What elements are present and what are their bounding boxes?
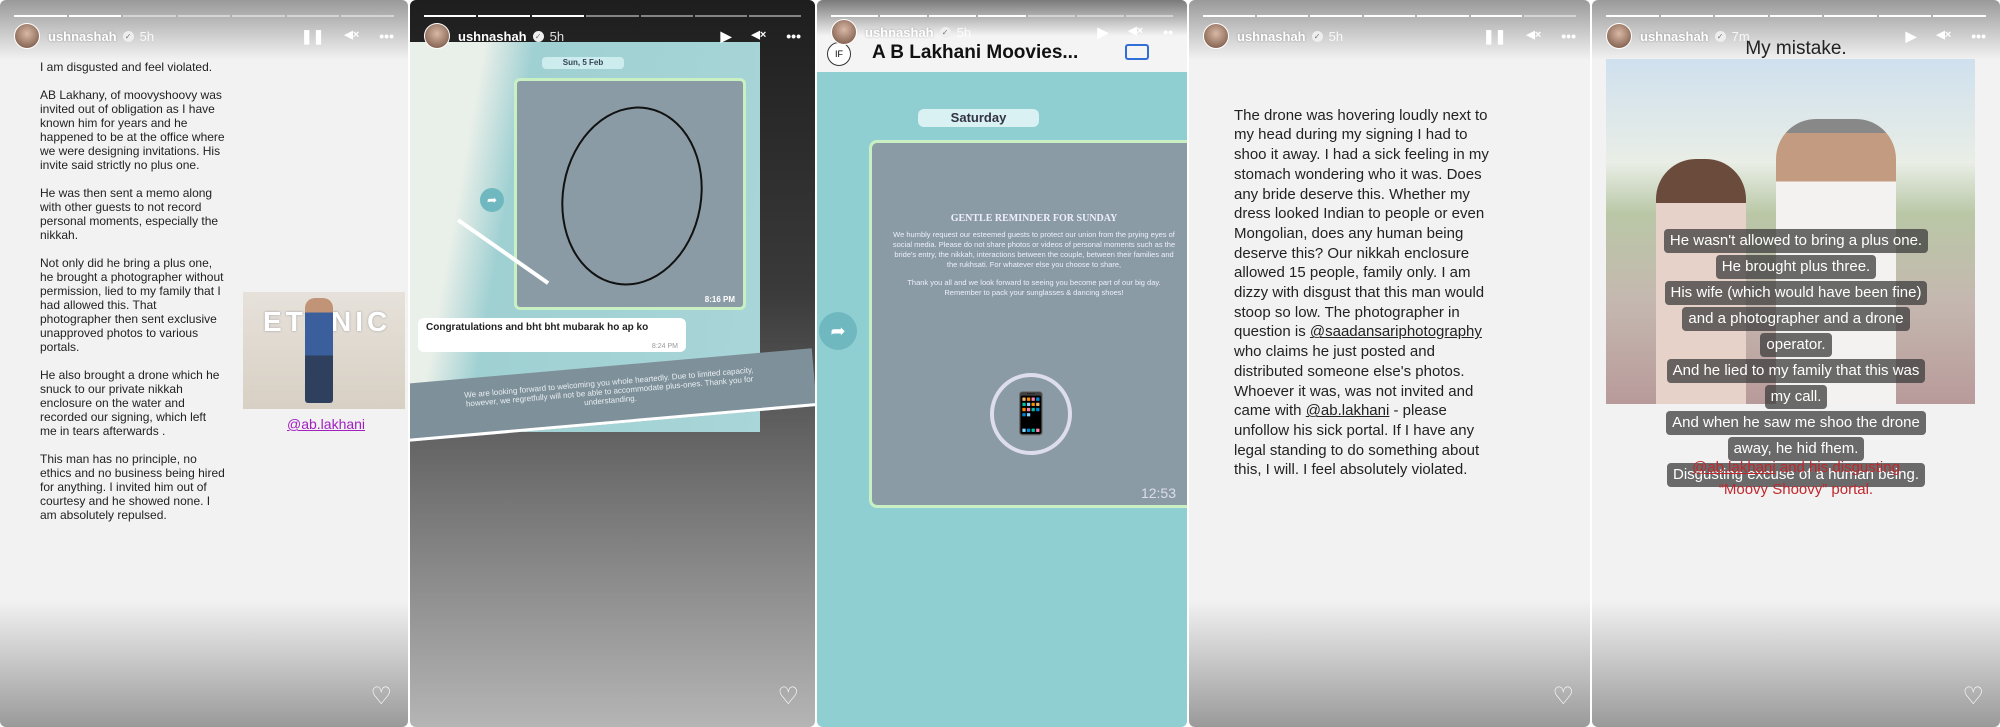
story-panel-1[interactable]: ushnashah ✓ 5h ❚❚ ◀× ••• I am disgusted and… [0, 0, 408, 727]
caption-line: And he lied to my family that this was [1666, 359, 1926, 383]
mute-icon[interactable]: ◀× [344, 28, 359, 45]
red-text-line: and his disgusting [1775, 459, 1900, 476]
username[interactable]: ushnashah [1640, 29, 1709, 44]
like-heart-icon[interactable]: ♡ [1962, 682, 1984, 711]
story-photo: ETHNIC [243, 292, 405, 409]
card-title: GENTLE REMINDER FOR SUNDAY [950, 213, 1118, 224]
story-progress [424, 15, 801, 17]
scribble [547, 95, 717, 297]
invitation-card: 8:16 PM [514, 78, 746, 310]
post-time: 5h [956, 24, 972, 40]
play-icon[interactable]: ▶ [1098, 24, 1109, 41]
mention-link[interactable]: @ab.lakhani [1692, 459, 1776, 476]
story-header: ushnashah ✓ 5h ▶ ◀× ••• [424, 22, 801, 50]
red-text: @ab.lakhani and his disgusting “Moovy Sh… [1592, 457, 2000, 501]
play-icon[interactable]: ▶ [1906, 28, 1917, 45]
verified-icon: ✓ [1311, 30, 1323, 42]
post-time: 7m [1731, 28, 1750, 44]
avatar[interactable] [14, 23, 40, 49]
caption-line: He brought plus three. [1715, 255, 1877, 279]
red-text-line: “Moovy Shoovy” portal. [1718, 481, 1874, 498]
caption-line: He wasn't allowed to bring a plus one. [1663, 229, 1929, 253]
message-time: 8:24 PM [651, 343, 678, 350]
caption-line: and a photographer and a drone [1682, 307, 1910, 331]
story-panel-5[interactable]: ushnashah ✓ 7m ▶ ◀× ••• My mistake. He wasn… [1592, 0, 2000, 727]
story-panel-3[interactable]: ushnashah ✓ 5h ▶ ◀× •• IF A B Lakhani Moovi… [817, 0, 1187, 727]
card-text: We humbly request our esteemed guests to… [892, 230, 1176, 269]
post-time: 5h [1328, 28, 1344, 44]
more-icon[interactable]: ••• [379, 28, 394, 45]
story-header: ushnashah ✓ 5h ▶ ◀× •• [831, 18, 1173, 46]
verified-icon: ✓ [532, 30, 544, 42]
story-header: ushnashah ✓ 7m ▶ ◀× ••• [1606, 22, 1986, 50]
video-call-icon[interactable] [1125, 44, 1149, 60]
more-icon[interactable]: ••• [786, 28, 801, 45]
forward-icon[interactable]: ➦ [819, 312, 857, 350]
reminder-card: GENTLE REMINDER FOR SUNDAY We humbly req… [869, 140, 1187, 508]
message-text: Congratulations and bht bht mubarak ho a… [426, 322, 649, 333]
story-text: The drone was hovering loudly next to my… [1234, 86, 1499, 480]
card-time: 12:53 [1140, 485, 1176, 501]
mute-icon[interactable]: ◀× [1936, 28, 1951, 45]
story-progress [1203, 15, 1577, 17]
story-text: I am disgusted and feel violated. AB Lak… [40, 60, 225, 522]
story-progress [831, 15, 1173, 17]
caption-line: my call. [1764, 385, 1828, 409]
more-icon[interactable]: ••• [1971, 28, 1986, 45]
story-header: ushnashah ✓ 5h ❚❚ ◀× ••• [1203, 22, 1576, 50]
story-panel-4[interactable]: ushnashah ✓ 5h ❚❚ ◀× ••• The drone was hove… [1189, 0, 1590, 727]
pause-icon[interactable]: ❚❚ [1483, 28, 1506, 45]
message-bubble: Congratulations and bht bht mubarak ho a… [418, 318, 686, 352]
forward-icon[interactable]: ➦ [480, 188, 504, 212]
card-time: 8:16 PM [704, 295, 735, 304]
username[interactable]: ushnashah [1237, 29, 1306, 44]
like-heart-icon[interactable]: ♡ [1552, 682, 1574, 711]
date-pill: Sun, 5 Feb [542, 57, 624, 69]
avatar[interactable] [1203, 23, 1229, 49]
mention-link[interactable]: @saadansariphotography [1310, 323, 1482, 340]
pause-icon[interactable]: ❚❚ [301, 28, 324, 45]
person-figure [305, 298, 333, 403]
caption-line: And when he saw me shoo the drone [1666, 411, 1926, 435]
caption-line: operator. [1760, 333, 1832, 357]
post-time: 5h [139, 28, 155, 44]
avatar[interactable] [424, 23, 450, 49]
mention-link[interactable]: @ab.lakhani [1306, 402, 1390, 419]
username[interactable]: ushnashah [458, 29, 527, 44]
story-progress [14, 15, 395, 17]
caption-line: His wife (which would have been fine) [1664, 281, 1928, 305]
play-icon[interactable]: ▶ [721, 28, 732, 45]
no-phone-icon: 📱 [990, 373, 1072, 455]
username[interactable]: ushnashah [48, 29, 117, 44]
username[interactable]: ushnashah [865, 25, 934, 40]
verified-icon: ✓ [1714, 30, 1726, 42]
mute-icon[interactable]: ◀× [751, 28, 766, 45]
avatar[interactable] [831, 19, 857, 45]
like-heart-icon[interactable]: ♡ [370, 682, 392, 711]
card-text-2: Thank you all and we look forward to see… [907, 278, 1161, 297]
more-icon[interactable]: •• [1163, 24, 1173, 41]
avatar[interactable] [1606, 23, 1632, 49]
verified-icon: ✓ [122, 30, 134, 42]
verified-icon: ✓ [939, 26, 951, 38]
text-part: The drone was hovering loudly next to my… [1234, 106, 1489, 341]
mute-icon[interactable]: ◀× [1128, 24, 1143, 41]
day-pill: Saturday [918, 109, 1039, 127]
mute-icon[interactable]: ◀× [1526, 28, 1541, 45]
like-heart-icon[interactable]: ♡ [777, 682, 799, 711]
captions: He wasn't allowed to bring a plus one. H… [1592, 228, 2000, 488]
story-header: ushnashah ✓ 5h ❚❚ ◀× ••• [14, 22, 394, 50]
story-progress [1606, 15, 1987, 17]
more-icon[interactable]: ••• [1561, 28, 1576, 45]
post-time: 5h [549, 28, 565, 44]
story-panel-2[interactable]: ushnashah ✓ 5h ▶ ◀× ••• Sun, 5 Feb 8:16 PM … [410, 0, 815, 727]
mention-link[interactable]: @ab.lakhani [287, 416, 365, 432]
